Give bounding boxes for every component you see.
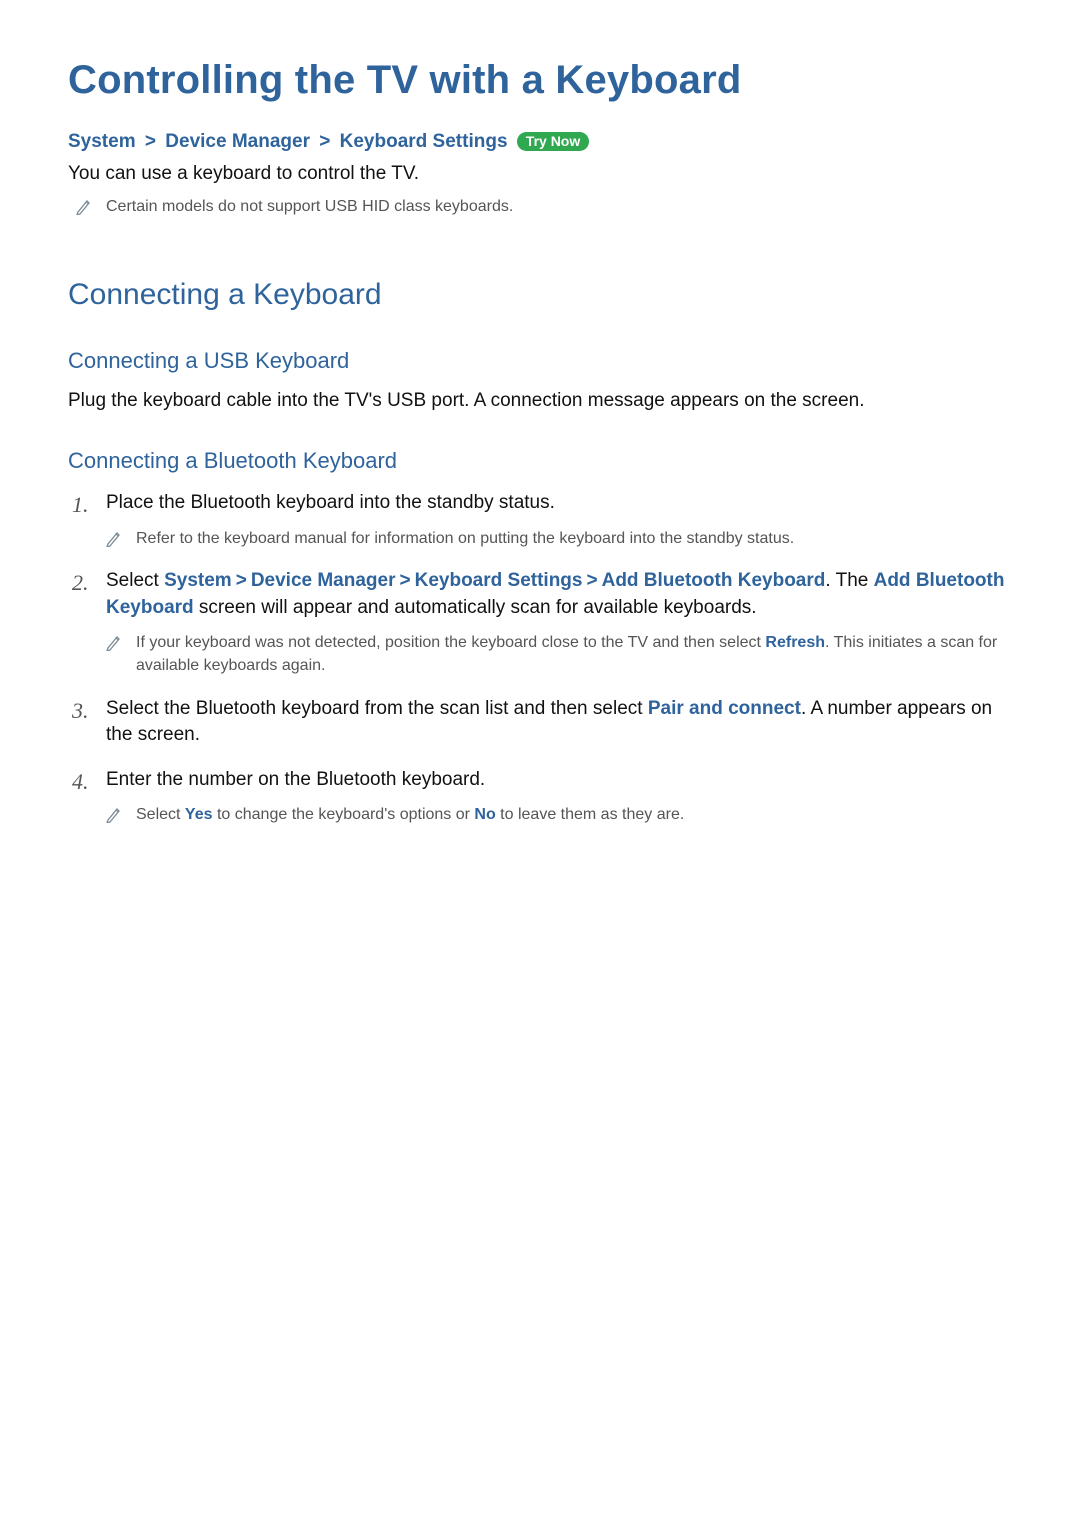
step-4: Enter the number on the Bluetooth keyboa…: [72, 767, 1008, 827]
step-prefix: Select: [106, 570, 164, 591]
usb-body: Plug the keyboard cable into the TV's US…: [68, 390, 1008, 412]
note-post: to leave them as they are.: [496, 806, 685, 823]
breadcrumb-item: System: [68, 131, 136, 152]
no-link: No: [474, 806, 495, 823]
pair-connect-link: Pair and connect: [648, 698, 801, 719]
note-pre: Select: [136, 806, 185, 823]
step-3: Select the Bluetooth keyboard from the s…: [72, 696, 1008, 749]
yes-link: Yes: [185, 806, 213, 823]
chevron-right-icon: >: [145, 131, 156, 152]
step-text: Enter the number on the Bluetooth keyboa…: [106, 769, 485, 790]
chevron-right-icon: >: [319, 131, 330, 152]
try-now-badge[interactable]: Try Now: [517, 132, 589, 151]
path-link: Add Bluetooth Keyboard: [602, 570, 826, 591]
note-text: Select Yes to change the keyboard's opti…: [136, 803, 684, 826]
subsection-bluetooth: Connecting a Bluetooth Keyboard: [68, 448, 1008, 474]
page-title: Controlling the TV with a Keyboard: [68, 58, 1008, 103]
section-heading-connecting: Connecting a Keyboard: [68, 278, 1008, 312]
chevron-right-icon: >: [236, 570, 247, 591]
note-mid: to change the keyboard's options or: [213, 806, 475, 823]
breadcrumb-item: Device Manager: [165, 131, 310, 152]
subsection-usb: Connecting a USB Keyboard: [68, 348, 1008, 374]
note-text: If your keyboard was not detected, posit…: [136, 631, 1008, 677]
document-page: Controlling the TV with a Keyboard Syste…: [0, 0, 1080, 905]
note: Certain models do not support USB HID cl…: [76, 195, 1008, 218]
note: If your keyboard was not detected, posit…: [106, 631, 1008, 677]
bluetooth-steps: Place the Bluetooth keyboard into the st…: [68, 490, 1008, 826]
step-pre: Select the Bluetooth keyboard from the s…: [106, 698, 648, 719]
note: Select Yes to change the keyboard's opti…: [106, 803, 1008, 826]
chevron-right-icon: >: [586, 570, 597, 591]
note: Refer to the keyboard manual for informa…: [106, 527, 1008, 550]
pencil-icon: [76, 197, 92, 215]
chevron-right-icon: >: [400, 570, 411, 591]
path-link: Device Manager: [251, 570, 396, 591]
breadcrumb-item: Keyboard Settings: [340, 131, 508, 152]
pencil-icon: [106, 529, 122, 547]
step-1: Place the Bluetooth keyboard into the st…: [72, 490, 1008, 550]
note-text: Refer to the keyboard manual for informa…: [136, 527, 794, 550]
path-link: System: [164, 570, 232, 591]
note-pre: If your keyboard was not detected, posit…: [136, 634, 765, 651]
step-2: Select System>Device Manager>Keyboard Se…: [72, 568, 1008, 678]
note-text: Certain models do not support USB HID cl…: [106, 195, 513, 218]
path-link: Keyboard Settings: [415, 570, 583, 591]
step-text: Place the Bluetooth keyboard into the st…: [106, 492, 555, 513]
pencil-icon: [106, 633, 122, 651]
step-suffix: screen will appear and automatically sca…: [194, 597, 757, 618]
breadcrumb: System > Device Manager > Keyboard Setti…: [68, 131, 1008, 153]
intro-text: You can use a keyboard to control the TV…: [68, 163, 1008, 185]
step-mid: . The: [825, 570, 873, 591]
pencil-icon: [106, 805, 122, 823]
refresh-link: Refresh: [765, 634, 825, 651]
